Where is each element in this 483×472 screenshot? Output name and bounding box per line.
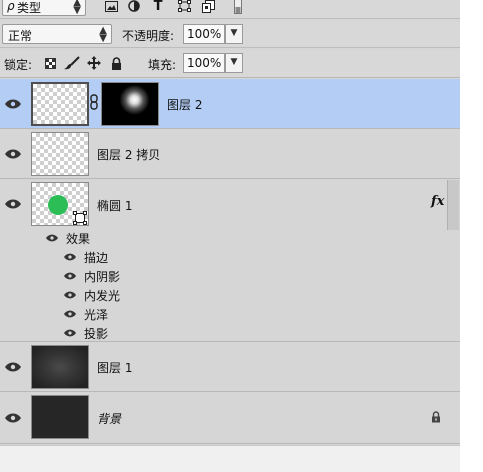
eye-visibility-icon[interactable]	[5, 99, 21, 109]
layer-row-layer-2[interactable]: 图层 2	[0, 79, 460, 129]
shape-layer-filter-icon[interactable]	[177, 0, 191, 12]
layer-thumbnail	[31, 82, 89, 126]
layer-thumbnail	[31, 132, 89, 176]
mask-link-chain-icon[interactable]	[90, 94, 98, 110]
eye-visibility-icon[interactable]	[64, 291, 76, 299]
lock-image-pixels-brush-icon[interactable]	[64, 56, 80, 70]
layer-name[interactable]: 图层 1	[97, 359, 132, 376]
effect-label: 内发光	[84, 289, 121, 303]
eye-visibility-icon[interactable]	[5, 199, 21, 209]
fill-label: 填充:	[148, 58, 177, 72]
panel-right-edge	[460, 0, 483, 472]
lock-options-bar: 锁定: 填充: 100% ▼	[0, 50, 460, 78]
effect-label: 描边	[84, 251, 109, 265]
eye-visibility-icon[interactable]	[64, 253, 76, 261]
effect-item-inner-shadow[interactable]: 内阴影	[0, 266, 460, 285]
layer-name[interactable]: 图层 2 拷贝	[97, 146, 160, 163]
fill-field[interactable]: 100%	[183, 53, 225, 73]
effect-label: 光泽	[84, 308, 109, 322]
eye-visibility-icon[interactable]	[5, 362, 21, 372]
effect-item-satin[interactable]: 光泽	[0, 304, 460, 323]
filter-toggle-icon[interactable]	[234, 0, 242, 14]
lock-icon	[430, 410, 441, 423]
lock-position-move-icon[interactable]	[87, 56, 101, 70]
layer-thumbnail	[31, 395, 89, 439]
chevron-updown-icon: ▲ ▼	[73, 0, 81, 16]
effects-header[interactable]: 效果	[0, 228, 460, 247]
layer-name[interactable]: 图层 2	[167, 96, 202, 113]
fill-dropdown-button[interactable]: ▼	[225, 53, 243, 73]
layer-mask-thumbnail[interactable]	[101, 82, 159, 126]
lock-transparent-pixels-icon[interactable]	[44, 57, 56, 69]
filter-kind-select[interactable]: ρ 类型 ▲ ▼	[2, 0, 86, 16]
eye-visibility-icon[interactable]	[64, 329, 76, 337]
blend-mode-select[interactable]: 正常 ▲ ▼	[2, 24, 112, 44]
opacity-label: 不透明度:	[122, 29, 175, 43]
lock-label: 锁定:	[4, 58, 33, 72]
layer-row-layer-1[interactable]: 图层 1	[0, 342, 460, 392]
pixel-layer-filter-icon[interactable]	[104, 0, 118, 12]
layer-name[interactable]: 背景	[97, 410, 121, 427]
layers-list: 图层 2 图层 2 拷贝 椭圆 1 fx ▲ 效果 描边 内阴影	[0, 79, 460, 445]
lock-all-icon[interactable]	[110, 56, 122, 70]
eye-visibility-icon[interactable]	[5, 413, 21, 423]
effect-item-inner-glow[interactable]: 内发光	[0, 285, 460, 304]
layer-row-layer-2-copy[interactable]: 图层 2 拷贝	[0, 129, 460, 179]
search-icon: ρ	[7, 0, 15, 13]
eye-visibility-icon[interactable]	[46, 234, 58, 242]
type-layer-filter-icon[interactable]: T	[152, 0, 164, 14]
filter-kind-label: 类型	[17, 1, 42, 15]
blend-mode-value: 正常	[8, 29, 33, 43]
layer-row-background[interactable]: 背景	[0, 392, 460, 444]
layer-row-ellipse-1[interactable]: 椭圆 1 fx ▲ 效果 描边 内阴影 内发光 光泽 投影	[0, 179, 460, 342]
layers-scrollbar[interactable]	[447, 180, 459, 230]
layer-thumbnail	[31, 345, 89, 389]
blend-options-bar: 正常 ▲ ▼ 不透明度: 100% ▼	[0, 22, 460, 48]
effect-label: 内阴影	[84, 270, 121, 284]
green-ellipse-shape	[48, 195, 68, 215]
eye-visibility-icon[interactable]	[64, 310, 76, 318]
smart-object-filter-icon[interactable]	[201, 0, 215, 13]
fx-icon[interactable]: fx	[431, 194, 444, 209]
eye-visibility-icon[interactable]	[64, 272, 76, 280]
effect-label: 投影	[84, 327, 109, 341]
opacity-field[interactable]: 100%	[183, 24, 225, 44]
layer-name[interactable]: 椭圆 1	[97, 197, 132, 214]
panel-footer	[0, 445, 460, 472]
effect-item-drop-shadow[interactable]: 投影	[0, 323, 460, 342]
vector-shape-badge-icon	[73, 211, 87, 225]
effects-title: 效果	[66, 232, 91, 246]
eye-visibility-icon[interactable]	[5, 149, 21, 159]
chevron-updown-icon: ▲ ▼	[99, 25, 107, 44]
effect-item-stroke[interactable]: 描边	[0, 247, 460, 266]
layer-filter-bar: ρ 类型 ▲ ▼ T	[0, 0, 460, 19]
adjustment-layer-filter-icon[interactable]	[127, 0, 141, 12]
opacity-dropdown-button[interactable]: ▼	[225, 24, 243, 44]
